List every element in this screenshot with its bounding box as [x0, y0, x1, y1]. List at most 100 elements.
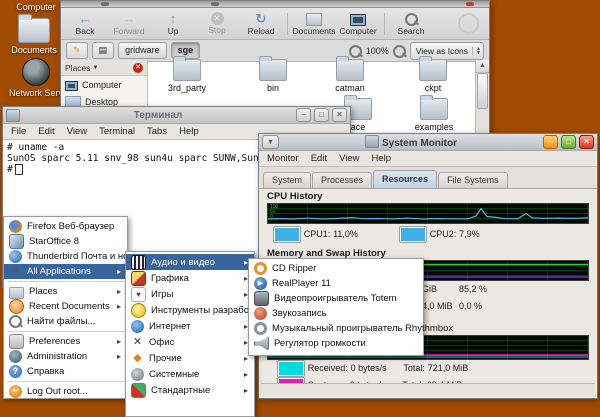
throbber-icon [458, 13, 479, 34]
menu-item-help[interactable]: ? Справка [4, 364, 127, 379]
menu-item-label: Administration [27, 351, 87, 362]
cpu2-color-swatch[interactable] [399, 226, 427, 243]
places-sidebar-header[interactable]: Places ▼ ✕ [61, 60, 147, 76]
window-menu-icon[interactable]: ▾ [262, 135, 279, 149]
desktop-icon-network-label: Network Serv [9, 88, 63, 98]
vertical-scrollbar[interactable]: ▲ [475, 60, 489, 141]
menu-item-cd-ripper[interactable]: CD Ripper [249, 261, 423, 276]
folder-label: catman [320, 83, 380, 93]
search-icon [9, 315, 22, 328]
file-manager-titlebar-sliver[interactable] [61, 1, 489, 8]
tab-processes[interactable]: Processes [312, 172, 372, 188]
tab-system[interactable]: System [263, 172, 311, 188]
menu-item-places[interactable]: Places ▸ [4, 284, 127, 299]
sidebar-close-icon[interactable]: ✕ [133, 63, 143, 73]
scrollbar-thumb[interactable] [477, 73, 488, 109]
menu-item-audio-video[interactable]: Аудио и видео ▸ [126, 254, 254, 270]
menu-item-all-applications[interactable]: ✕ All Applications ▸ [4, 264, 127, 279]
titlebar-fragment [211, 2, 219, 6]
menu-item-volume-control[interactable]: Регулятор громкости [249, 336, 423, 351]
menu-view[interactable]: View [339, 153, 359, 164]
documents-button[interactable]: Documents [296, 11, 332, 36]
scroll-up-icon[interactable]: ▲ [476, 60, 489, 73]
reload-button[interactable]: ↻ Reload [243, 12, 279, 36]
search-button[interactable]: Search [393, 11, 429, 36]
menu-tabs[interactable]: Tabs [147, 126, 167, 137]
menu-edit[interactable]: Edit [311, 153, 327, 164]
minimize-button[interactable]: − [543, 135, 558, 149]
desktop-icon-network-servers[interactable]: Network Serv [8, 58, 64, 98]
zoom-out-icon[interactable] [349, 45, 362, 58]
submenu-arrow-icon: ▸ [117, 337, 121, 346]
up-button[interactable]: ↑ Up [155, 12, 191, 36]
menu-edit[interactable]: Edit [38, 126, 54, 137]
menu-item-development[interactable]: Инструменты разработки ▸ [126, 302, 254, 318]
menu-item-sound-recorder[interactable]: Звукозапись [249, 306, 423, 321]
menu-item-rhythmbox[interactable]: Музыкальный проигрыватель Rhythmbox [249, 321, 423, 336]
menu-item-games[interactable]: ♥ Игры ▸ [126, 286, 254, 302]
menu-item-thunderbird[interactable]: Thunderbird Почта и новости [4, 249, 127, 264]
menu-item-graphics[interactable]: Графика ▸ [126, 270, 254, 286]
menu-terminal[interactable]: Terminal [99, 126, 135, 137]
folder-icon [259, 59, 287, 81]
back-button[interactable]: ← Back [67, 12, 103, 36]
maximize-button[interactable]: □ [561, 135, 576, 149]
menu-item-preferences[interactable]: Preferences ▸ [4, 334, 127, 349]
window-menu-icon[interactable] [6, 109, 20, 122]
sidebar-item-computer[interactable]: Computer [61, 76, 147, 93]
menu-view[interactable]: View [67, 126, 87, 137]
back-icon: ← [79, 12, 92, 26]
stop-label: Stop [208, 26, 226, 35]
menu-item-accessories[interactable]: Стандартные ▸ [126, 382, 254, 398]
folder-bin[interactable]: bin [243, 59, 303, 93]
menu-file[interactable]: File [11, 126, 26, 137]
tab-resources[interactable]: Resources [373, 170, 437, 188]
menu-help[interactable]: Help [371, 153, 391, 164]
places-sidebar-title: Places [65, 63, 91, 73]
close-button[interactable]: ✕ [579, 135, 594, 149]
received-color-swatch[interactable] [277, 360, 305, 377]
status-bar [261, 383, 595, 396]
prompt: # [7, 164, 13, 175]
minimize-button[interactable]: − [296, 108, 311, 122]
folder-icon [419, 59, 447, 81]
menu-item-firefox[interactable]: Firefox Веб-браузер [4, 219, 127, 234]
desktop-icon-documents[interactable]: Documents [6, 18, 62, 55]
administration-icon [9, 350, 22, 363]
menu-item-logout[interactable]: ↩ Log Out root... [4, 384, 127, 399]
menu-item-system[interactable]: Системные ▸ [126, 366, 254, 382]
forward-button[interactable]: → Forward [111, 12, 147, 36]
system-icon [131, 368, 144, 381]
menu-item-recent-documents[interactable]: Recent Documents ▸ [4, 299, 127, 314]
menu-item-internet[interactable]: Интернет ▸ [126, 318, 254, 334]
memory-unit-fragment: GiB [422, 284, 437, 294]
root-crumb-button[interactable]: ▤ [92, 42, 115, 59]
computer-button[interactable]: Computer [340, 12, 376, 36]
menu-item-office[interactable]: ✕ Офис ▸ [126, 334, 254, 350]
menu-item-staroffice[interactable]: StarOffice 8 [4, 234, 127, 249]
edit-location-button[interactable]: ✎ [66, 42, 88, 59]
stop-button[interactable]: ✕ Stop [199, 12, 235, 35]
crumb-gridware-button[interactable]: gridware [118, 42, 167, 59]
menu-item-administration[interactable]: Administration ▸ [4, 349, 127, 364]
cpu1-color-swatch[interactable] [273, 226, 301, 243]
desktop-icon-computer[interactable]: Computer [8, 2, 64, 12]
folder-3rd_party[interactable]: 3rd_party [157, 59, 217, 93]
menu-item-label: CD Ripper [272, 263, 316, 274]
folder-examples[interactable]: examples [404, 98, 464, 132]
maximize-button[interactable]: □ [314, 108, 329, 122]
tab-file-systems[interactable]: File Systems [438, 172, 508, 188]
system-monitor-titlebar[interactable]: ▾ System Monitor − □ ✕ [259, 134, 597, 151]
menu-help[interactable]: Help [179, 126, 199, 137]
menu-item-realplayer[interactable]: ▶ RealPlayer 11 [249, 276, 423, 291]
close-button[interactable]: ✕ [332, 108, 347, 122]
folder-ckpt[interactable]: ckpt [403, 59, 463, 93]
menu-item-other[interactable]: ◆ Прочие ▸ [126, 350, 254, 366]
menu-item-totem[interactable]: Видеопроигрыватель Totem [249, 291, 423, 306]
menu-monitor[interactable]: Monitor [267, 153, 299, 164]
zoom-in-icon[interactable] [393, 45, 406, 58]
app-icon [365, 135, 379, 148]
menu-item-find-files[interactable]: Найти файлы... [4, 314, 127, 329]
folder-catman[interactable]: catman [320, 59, 380, 93]
terminal-titlebar[interactable]: Терминал − □ ✕ [3, 107, 350, 124]
